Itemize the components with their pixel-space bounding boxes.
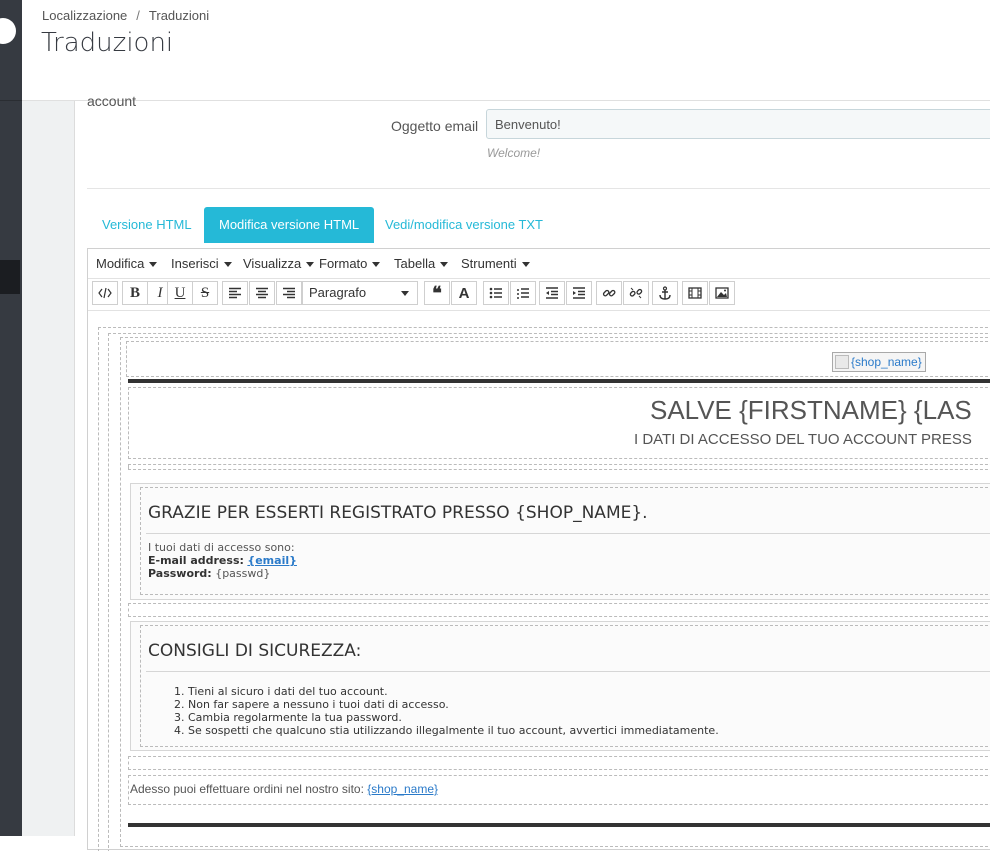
chevron-down-icon: [521, 262, 530, 268]
format-select[interactable]: Paragrafo: [302, 281, 418, 305]
shop-link[interactable]: {shop_name}: [367, 782, 438, 796]
sidebar-item-active[interactable]: [0, 260, 20, 294]
list-item: 4. Se sospetti che qualcuno stia utilizz…: [174, 724, 719, 737]
menu-strumenti[interactable]: Strumenti: [461, 256, 530, 271]
subject-input[interactable]: [486, 109, 990, 139]
tab-edit-html-version[interactable]: Modifica versione HTML: [204, 207, 375, 243]
divider: [87, 188, 990, 189]
strikethrough-icon[interactable]: S: [192, 281, 218, 305]
password-value: {passwd}: [215, 567, 271, 580]
rich-text-editor: Modifica Inserisci Visualizza Formato Ta…: [87, 248, 990, 851]
subject-hint: Welcome!: [487, 146, 541, 160]
spacer-cell: [128, 464, 990, 470]
editor-menubar: Modifica Inserisci Visualizza Formato Ta…: [88, 249, 990, 279]
security-title: CONSIGLI DI SICUREZZA:: [148, 641, 362, 661]
menu-modifica-label: Modifica: [96, 256, 145, 271]
menu-tabella-label: Tabella: [394, 256, 436, 271]
text-color-icon[interactable]: A: [451, 281, 477, 305]
security-tips-list: 1. Tieni al sicuro i dati del tuo accoun…: [174, 685, 719, 737]
chevron-down-icon: [149, 262, 158, 268]
link-icon[interactable]: [596, 281, 622, 305]
menu-modifica[interactable]: Modifica: [96, 256, 158, 271]
list-item: 2. Non far sapere a nessuno i tuoi dati …: [174, 698, 449, 711]
chevron-down-icon: [401, 291, 409, 296]
spacer-cell-2: [128, 603, 990, 617]
order-text: Adesso puoi effettuare ordini nel nostro…: [130, 782, 364, 796]
unlink-icon[interactable]: [623, 281, 649, 305]
content-area: account Oggetto email Welcome! Versione …: [22, 93, 990, 851]
password-row: Password: {passwd}: [148, 567, 270, 580]
broken-image-icon: [835, 355, 849, 369]
menu-visualizza[interactable]: Visualizza: [243, 256, 315, 271]
header-separator: [128, 379, 990, 383]
breadcrumb-separator: /: [136, 8, 140, 23]
registration-divider: [146, 533, 990, 534]
list-item: 1. Tieni al sicuro i dati del tuo accoun…: [174, 685, 388, 698]
outdent-icon[interactable]: [539, 281, 565, 305]
chevron-down-icon: [440, 262, 449, 268]
page-header: Localizzazione / Traduzioni Traduzioni: [22, 0, 990, 101]
shop-logo-alt: {shop_name}: [851, 355, 922, 369]
blockquote-icon[interactable]: ❝: [424, 281, 450, 305]
sidebar-divider: [0, 100, 22, 101]
editor-toolbar: B I U S Paragrafo ❝ A: [88, 279, 990, 311]
source-code-icon[interactable]: [92, 281, 118, 305]
email-label: E-mail address:: [148, 554, 244, 567]
security-divider: [146, 671, 990, 672]
format-select-value: Paragrafo: [309, 285, 367, 300]
footer-separator: [128, 823, 990, 827]
editor-content[interactable]: {shop_name} SALVE {FIRSTNAME} {LAS I DAT…: [88, 311, 990, 851]
spacer-cell-3: [128, 756, 990, 770]
greeting-title: SALVE {FIRSTNAME} {LAS: [650, 395, 972, 425]
bullet-list-icon[interactable]: [483, 281, 509, 305]
section-label: account: [87, 93, 137, 109]
tab-txt-version[interactable]: Vedi/modifica versione TXT: [370, 207, 558, 243]
menu-formato[interactable]: Formato: [319, 256, 381, 271]
breadcrumb-traduzioni[interactable]: Traduzioni: [149, 8, 209, 23]
menu-tabella[interactable]: Tabella: [394, 256, 449, 271]
media-icon[interactable]: [682, 281, 708, 305]
menu-formato-label: Formato: [319, 256, 368, 271]
translation-panel: account Oggetto email Welcome! Versione …: [74, 93, 990, 851]
chevron-down-icon: [372, 262, 381, 268]
registration-title: GRAZIE PER ESSERTI REGISTRATO PRESSO {SH…: [148, 503, 648, 523]
align-right-icon[interactable]: [276, 281, 302, 305]
email-link[interactable]: {email}: [247, 554, 297, 567]
menu-strumenti-label: Strumenti: [461, 256, 517, 271]
page-title: Traduzioni: [41, 28, 174, 58]
menu-inserisci-label: Inserisci: [171, 256, 219, 271]
password-label: Password:: [148, 567, 212, 580]
side-nav: [0, 0, 22, 836]
order-text-line: Adesso puoi effettuare ordini nel nostro…: [130, 782, 438, 796]
align-left-icon[interactable]: [222, 281, 248, 305]
menu-inserisci[interactable]: Inserisci: [171, 256, 232, 271]
align-center-icon[interactable]: [249, 281, 275, 305]
menu-visualizza-label: Visualizza: [243, 256, 302, 271]
user-avatar-icon[interactable]: [0, 18, 16, 44]
shop-logo-image[interactable]: {shop_name}: [832, 352, 926, 372]
breadcrumb: Localizzazione / Traduzioni: [42, 8, 209, 23]
breadcrumb-localizzazione[interactable]: Localizzazione: [42, 8, 127, 23]
chevron-down-icon: [223, 262, 232, 268]
email-row: E-mail address: {email}: [148, 554, 297, 567]
anchor-icon[interactable]: [652, 281, 678, 305]
greeting-subtitle: I DATI DI ACCESSO DEL TUO ACCOUNT PRESS: [634, 431, 972, 448]
tab-html-version[interactable]: Versione HTML: [87, 207, 207, 243]
numbered-list-icon[interactable]: [510, 281, 536, 305]
chevron-down-icon: [306, 262, 315, 268]
subject-label: Oggetto email: [391, 118, 479, 134]
underline-icon[interactable]: U: [167, 281, 193, 305]
indent-icon[interactable]: [566, 281, 592, 305]
bold-icon[interactable]: B: [122, 281, 148, 305]
access-intro: I tuoi dati di accesso sono:: [148, 541, 295, 554]
list-item: 3. Cambia regolarmente la tua password.: [174, 711, 402, 724]
image-icon[interactable]: [709, 281, 735, 305]
